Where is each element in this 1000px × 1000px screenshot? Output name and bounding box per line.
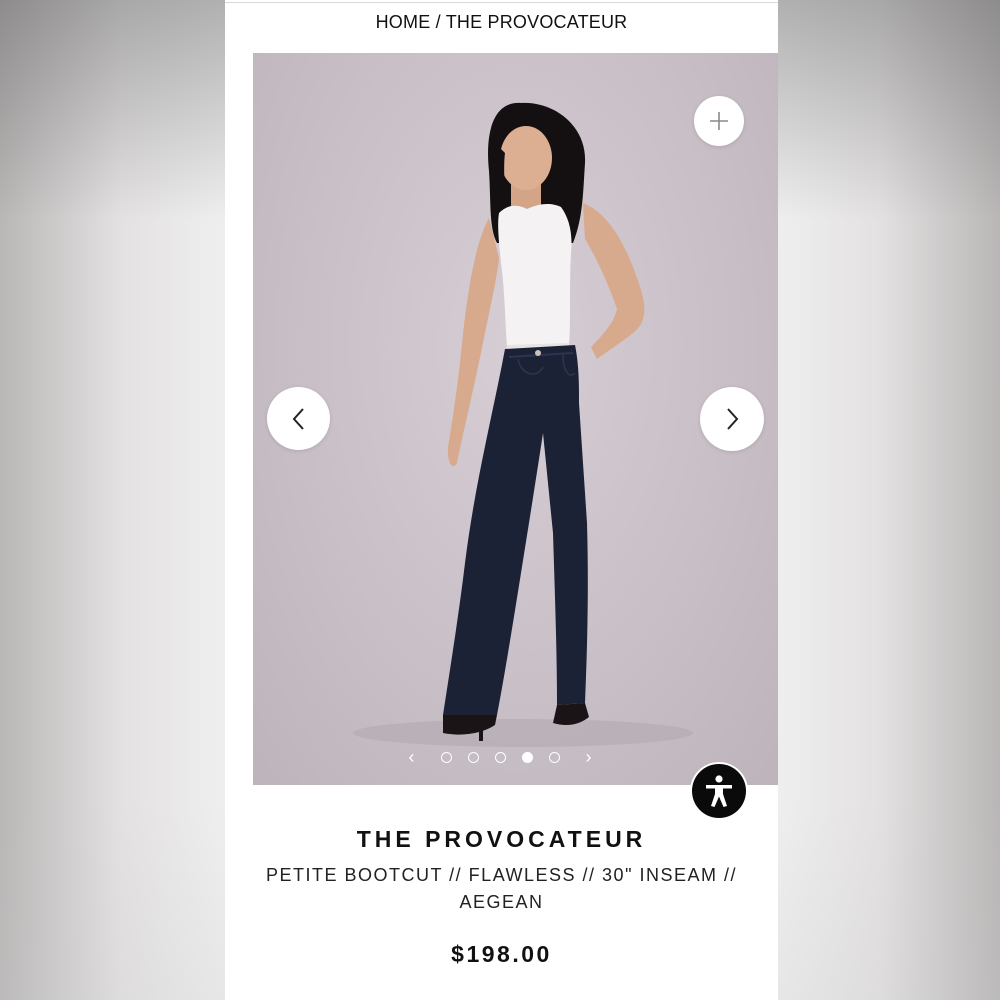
breadcrumb-current: THE PROVOCATEUR xyxy=(445,12,628,32)
next-image-button[interactable] xyxy=(700,387,764,451)
slide-dot[interactable] xyxy=(467,751,479,763)
accessibility-person-icon xyxy=(706,775,732,807)
slide-dot-active[interactable] xyxy=(521,751,533,763)
slide-indicator: ‹ › xyxy=(380,746,620,768)
product-page: HOME / THE PROVOCATEUR ‹ › THE PROVOCATE… xyxy=(225,0,778,1000)
accessibility-button-inner xyxy=(692,764,746,818)
dots-prev-icon[interactable]: ‹ xyxy=(409,748,415,766)
product-price: $198.00 xyxy=(451,941,552,967)
product-image[interactable]: ‹ › xyxy=(253,53,778,785)
chevron-right-icon xyxy=(727,408,739,430)
plus-icon xyxy=(710,112,728,130)
dots-next-icon[interactable]: › xyxy=(586,748,592,766)
product-subtitle: PETITE BOOTCUT // FLAWLESS // 30" INSEAM… xyxy=(266,865,737,912)
previous-image-button[interactable] xyxy=(267,387,330,450)
slide-dot[interactable] xyxy=(548,751,560,763)
zoom-button[interactable] xyxy=(694,96,744,146)
breadcrumb: HOME / THE PROVOCATEUR xyxy=(225,12,778,33)
breadcrumb-home-link[interactable]: HOME xyxy=(376,12,431,32)
accessibility-button[interactable] xyxy=(690,762,748,820)
slide-dot[interactable] xyxy=(494,751,506,763)
top-divider xyxy=(225,2,778,3)
slide-dot[interactable] xyxy=(440,751,452,763)
chevron-left-icon xyxy=(292,407,304,430)
breadcrumb-separator: / xyxy=(430,12,446,32)
product-title: THE PROVOCATEUR xyxy=(356,826,647,852)
